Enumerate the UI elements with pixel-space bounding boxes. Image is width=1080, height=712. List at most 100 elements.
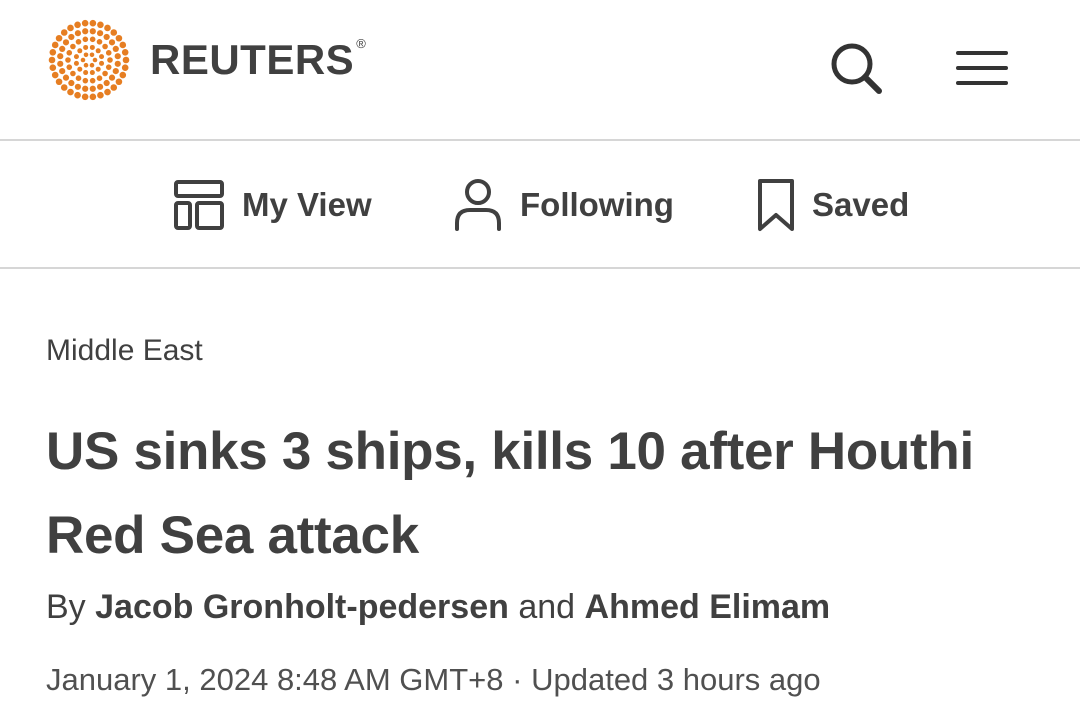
logo-dot: [104, 24, 111, 32]
brand-wordmark: REUTERS ®: [150, 36, 367, 83]
logo-dot: [60, 84, 68, 91]
logo-dot: [112, 45, 119, 52]
dateline-separator: ·: [512, 662, 523, 697]
logo-dot: [62, 39, 70, 46]
logo-dot: [70, 70, 76, 77]
logo-dot: [55, 78, 63, 86]
logo-dot: [95, 48, 101, 54]
section-link[interactable]: Middle East: [46, 334, 203, 368]
logo-dot: [74, 83, 81, 90]
logo-dot: [59, 68, 66, 75]
logo-dot: [97, 30, 104, 37]
logo-dot: [97, 91, 104, 99]
logo-dot: [83, 62, 89, 68]
bookmark-icon: [758, 179, 794, 231]
search-icon: [831, 43, 882, 94]
logo-dot: [105, 64, 112, 70]
logo-dot: [55, 34, 63, 42]
user-nav-bar: My View Following Saved: [0, 141, 1080, 269]
logo-dot: [92, 57, 98, 63]
logo-dot: [49, 49, 57, 56]
logo-dot: [68, 33, 75, 41]
logo-dot: [67, 24, 74, 32]
logo-dot: [73, 60, 79, 66]
author-link[interactable]: Ahmed Elimam: [585, 588, 831, 626]
article-headline: US sinks 3 ships, kills 10 after Houthi …: [46, 422, 974, 565]
logo-dot: [115, 78, 123, 86]
logo-dot: [108, 39, 116, 46]
logo-dot: [83, 52, 89, 58]
logo-dot: [102, 70, 108, 77]
logo-dot: [112, 68, 119, 75]
logo-dot: [89, 93, 97, 101]
logo-dot: [62, 74, 70, 81]
logo-dot: [103, 33, 110, 41]
logo-dot: [80, 57, 86, 63]
logo-dot: [89, 28, 96, 35]
logo-dot: [102, 43, 108, 50]
layout-icon: [174, 180, 224, 230]
nav-item-my-view[interactable]: My View: [172, 177, 372, 233]
logo-dot: [68, 79, 75, 87]
logo-dot: [96, 75, 103, 81]
logo-dot: [95, 66, 101, 72]
logo-dot: [74, 91, 81, 99]
nav-item-saved[interactable]: Saved: [756, 177, 909, 233]
search-button[interactable]: [826, 38, 888, 100]
byline-conjunction: and: [518, 588, 576, 626]
menu-button[interactable]: [954, 42, 1012, 94]
logo-dot: [83, 70, 89, 76]
logo-dot: [77, 66, 83, 72]
publish-date: January 1, 2024 8:48 AM GMT+8: [46, 662, 504, 697]
logo-dot: [81, 93, 89, 101]
logo-dot: [89, 19, 97, 27]
logo-dot: [108, 74, 116, 81]
logo-dot: [89, 70, 95, 76]
logo-dot: [97, 21, 104, 29]
nav-label-my-view: My View: [242, 186, 372, 223]
logo-dot: [70, 43, 76, 50]
article-page: REUTERS ® My View Following Saved Middle…: [0, 0, 1080, 712]
logo-dot: [82, 85, 89, 92]
logo-dot: [65, 57, 71, 63]
updated-time: Updated 3 hours ago: [531, 662, 821, 697]
logo-dot: [51, 41, 59, 49]
logo-dot: [48, 56, 56, 64]
reuters-dot-logo-icon: [48, 19, 130, 101]
logo-dot: [57, 60, 64, 67]
logo-dot: [60, 29, 68, 36]
logo-dot: [82, 36, 89, 43]
logo-dot: [107, 57, 113, 63]
logo-dot: [83, 44, 89, 50]
byline-prefix: By: [46, 588, 86, 626]
logo-dot: [99, 60, 105, 66]
logo-dot: [115, 34, 123, 42]
logo-dot: [110, 29, 118, 36]
hamburger-menu-icon: [956, 51, 1008, 85]
logo-dot: [75, 75, 82, 81]
byline: By Jacob Gronholt-pedersen and Ahmed Eli…: [46, 588, 830, 627]
logo-dot: [73, 54, 79, 60]
logo-dot: [77, 48, 83, 54]
logo-dot: [121, 49, 129, 56]
logo-dot: [81, 19, 89, 27]
logo-dot: [82, 28, 89, 35]
logo-dot: [105, 50, 112, 56]
top-header: REUTERS ®: [0, 0, 1080, 141]
logo-dot: [104, 88, 111, 96]
logo-dot: [75, 39, 82, 45]
logo-dot: [66, 50, 73, 56]
nav-label-following: Following: [520, 186, 674, 223]
logo-dot: [99, 54, 105, 60]
author-link[interactable]: Jacob Gronholt-pedersen: [95, 588, 509, 626]
logo-dot: [66, 64, 73, 70]
logo-dot: [89, 44, 95, 50]
logo-dot: [97, 83, 104, 90]
logo-dot: [67, 88, 74, 96]
logo-dot: [121, 64, 129, 71]
logo-dot: [89, 62, 95, 68]
logo-dot: [114, 60, 121, 67]
nav-item-following[interactable]: Following: [452, 177, 674, 233]
reuters-logo[interactable]: REUTERS ®: [44, 19, 366, 101]
logo-dot: [96, 39, 103, 45]
